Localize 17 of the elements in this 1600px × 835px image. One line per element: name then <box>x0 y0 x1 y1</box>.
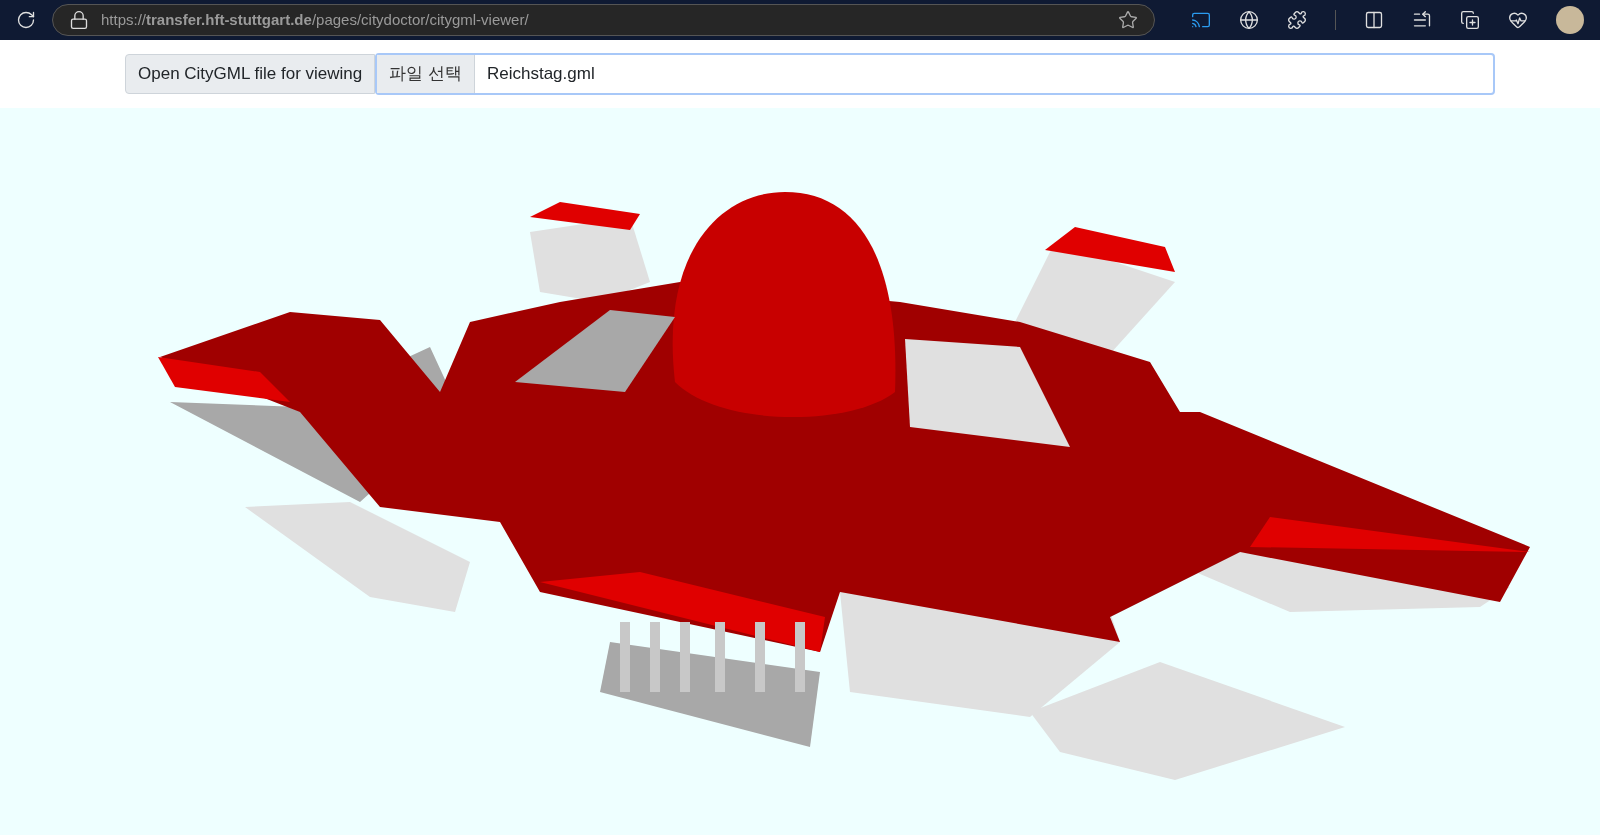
choose-file-button[interactable]: 파일 선택 <box>377 55 475 93</box>
split-screen-icon[interactable] <box>1364 10 1384 30</box>
favorite-star-icon[interactable] <box>1118 10 1138 30</box>
avatar[interactable] <box>1556 6 1584 34</box>
collections-icon[interactable] <box>1460 10 1480 30</box>
extensions-icon[interactable] <box>1287 10 1307 30</box>
file-input[interactable]: 파일 선택 Reichstag.gml <box>375 53 1495 95</box>
globe-icon[interactable] <box>1239 10 1259 30</box>
cast-icon[interactable] <box>1191 10 1211 30</box>
3d-viewer[interactable] <box>0 108 1600 835</box>
address-bar[interactable]: https://transfer.hft-stuttgart.de/pages/citydoctor/citygml-viewer/ <box>52 4 1155 36</box>
field-label: Open CityGML file for viewing <box>125 54 376 94</box>
lock-icon[interactable] <box>69 10 89 30</box>
url-text: https://transfer.hft-stuttgart.de/pages/citydoctor/citygml-viewer/ <box>101 9 530 30</box>
health-icon[interactable] <box>1508 10 1528 30</box>
reload-icon[interactable] <box>16 10 36 30</box>
file-name: Reichstag.gml <box>485 63 596 86</box>
